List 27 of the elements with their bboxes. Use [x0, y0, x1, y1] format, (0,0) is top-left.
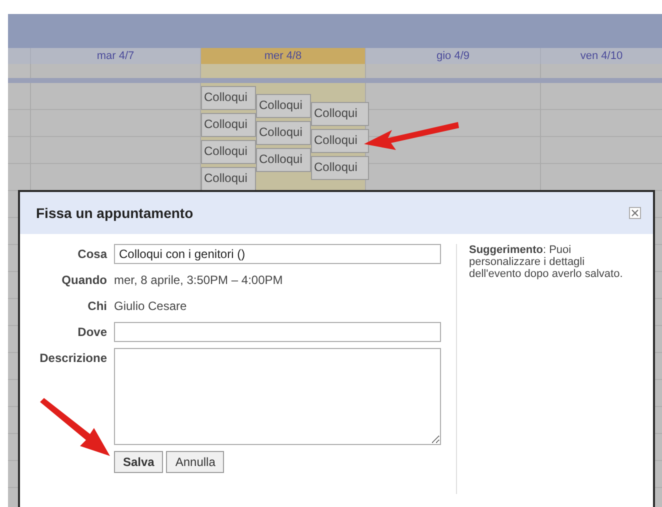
calendar-event[interactable]: Colloqui: [201, 86, 256, 110]
input-field[interactable]: [114, 322, 441, 342]
field-label: Chi: [86, 298, 107, 315]
calendar-event[interactable]: Colloqui: [256, 94, 311, 118]
close-icon[interactable]: [629, 207, 641, 219]
field-label: Quando: [60, 272, 107, 289]
hint-text: Suggerimento: Puoi personalizzare i dettagli dell'evento dopo averlo salvato.: [469, 244, 623, 280]
description-field[interactable]: [114, 348, 441, 445]
calendar-event[interactable]: Colloqui: [256, 121, 311, 145]
field-value: mer, 8 aprile, 3:50PM – 4:00PM: [114, 272, 283, 289]
field-label: Cosa: [76, 246, 107, 263]
save-button[interactable]: Salva: [114, 451, 164, 473]
cancel-button[interactable]: Annulla: [166, 451, 224, 473]
field-value: Giulio Cesare: [114, 298, 187, 315]
calendar-event[interactable]: Colloqui: [201, 113, 256, 137]
calendar-event[interactable]: Colloqui: [201, 140, 256, 164]
day-header[interactable]: mer 4/8: [200, 48, 365, 64]
field-label: Descrizione: [38, 350, 107, 367]
input-field[interactable]: Colloqui con i genitori (): [114, 244, 441, 264]
all-day-cell[interactable]: [200, 64, 365, 78]
calendar-event[interactable]: Colloqui: [311, 156, 369, 180]
calendar-event[interactable]: Colloqui: [201, 167, 256, 191]
calendar-event[interactable]: Colloqui: [256, 148, 311, 172]
calendar-event[interactable]: Colloqui: [311, 102, 369, 126]
calendar-event[interactable]: Colloqui: [311, 129, 369, 153]
field-label: Dove: [76, 324, 107, 341]
dialog-title: Fissa un appuntamento: [36, 205, 194, 221]
